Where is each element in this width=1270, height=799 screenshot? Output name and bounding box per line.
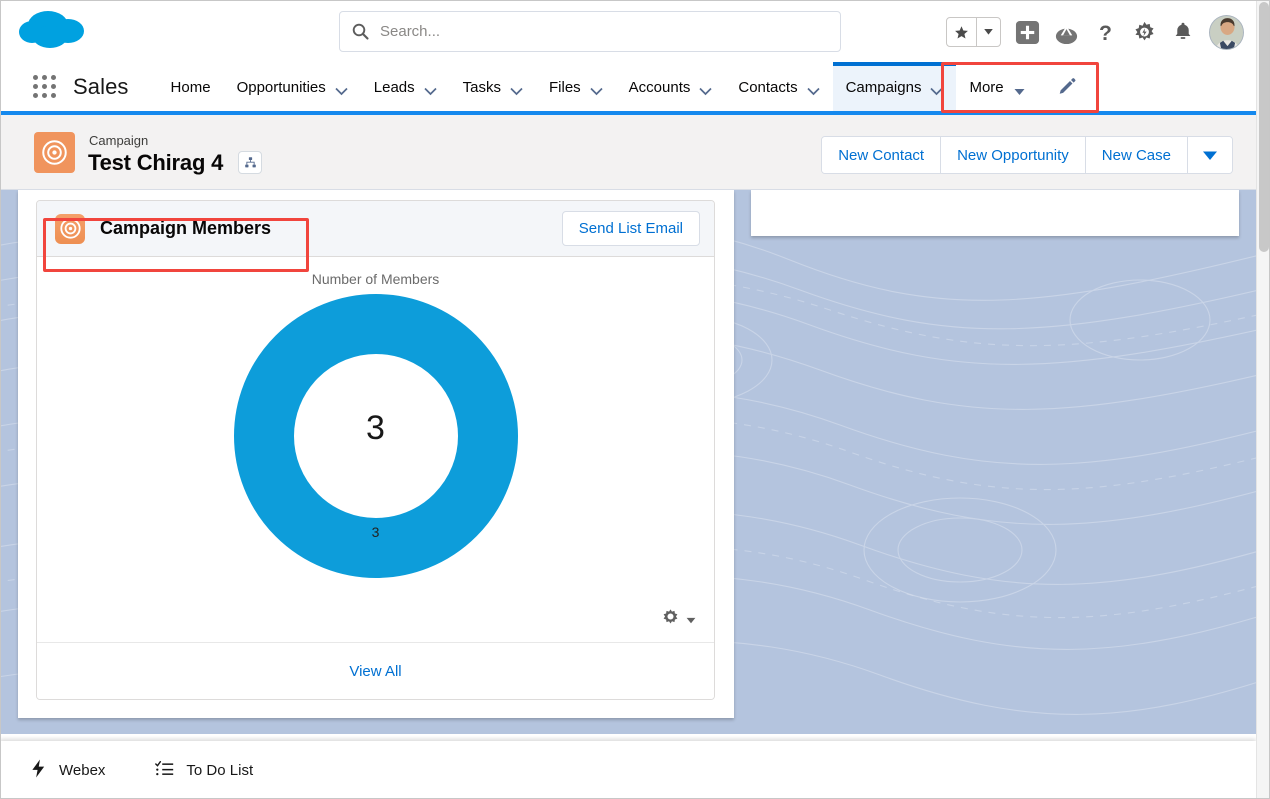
campaign-members-card-footer: View All xyxy=(37,643,714,699)
campaign-members-card-header: Campaign Members Send List Email xyxy=(37,201,714,257)
favorites-star-icon[interactable] xyxy=(947,18,977,46)
svg-text:?: ? xyxy=(1099,22,1112,45)
nav-item-leads[interactable]: Leads xyxy=(361,62,450,112)
nav-item-label: Opportunities xyxy=(236,78,326,96)
nav-item-label: Accounts xyxy=(628,78,691,96)
page-vertical-scrollbar[interactable] xyxy=(1256,0,1270,799)
search-input[interactable] xyxy=(380,23,800,40)
scrollbar-thumb[interactable] xyxy=(1259,2,1269,252)
setup-gear-icon[interactable] xyxy=(1131,19,1157,45)
favorites-dropdown-icon[interactable] xyxy=(977,18,1000,46)
nav-item-label: Tasks xyxy=(462,78,501,96)
campaign-members-chart-area: Number of Members 3 3 xyxy=(37,257,714,643)
nav-item-label: More xyxy=(969,78,1004,96)
gear-icon xyxy=(661,608,680,632)
nav-item-home[interactable]: Home xyxy=(158,62,224,112)
favorites-group[interactable] xyxy=(946,17,1001,47)
new-case-button[interactable]: New Case xyxy=(1085,137,1188,173)
campaign-members-card: Campaign Members Send List Email Number … xyxy=(36,200,715,700)
chevron-down-icon xyxy=(424,83,437,95)
chevron-down-icon xyxy=(699,83,712,95)
nav-item-opportunities[interactable]: Opportunities xyxy=(224,62,361,112)
user-avatar[interactable] xyxy=(1209,14,1244,50)
record-title: Test Chirag 4 xyxy=(88,150,224,175)
new-contact-button[interactable]: New Contact xyxy=(822,137,942,173)
salesforce-cloud-logo[interactable] xyxy=(18,7,92,55)
nav-item-label: Home xyxy=(170,78,211,96)
header-icon-group: ? xyxy=(946,10,1244,54)
campaign-members-target-icon xyxy=(55,213,85,244)
nav-item-more[interactable]: More xyxy=(956,62,1038,112)
donut-chart[interactable] xyxy=(37,291,714,581)
nav-item-tasks[interactable]: Tasks xyxy=(450,62,536,112)
nav-item-label: Leads xyxy=(373,78,415,96)
chevron-down-icon xyxy=(590,83,603,95)
app-launcher-icon[interactable] xyxy=(31,73,59,101)
chart-title: Number of Members xyxy=(311,271,440,287)
global-add-icon[interactable] xyxy=(1014,19,1040,45)
nav-item-label: Contacts xyxy=(738,78,798,96)
nav-item-list: Home Opportunities Leads Tasks Files Acc… xyxy=(158,62,1039,112)
donut-chart-svg[interactable] xyxy=(231,291,521,581)
lightning-bolt-icon xyxy=(30,759,47,782)
caret-down-icon xyxy=(1013,83,1026,95)
chevron-down-icon xyxy=(930,83,944,95)
nav-item-label: Files xyxy=(549,78,581,96)
global-header: ? xyxy=(0,0,1256,62)
view-all-link[interactable]: View All xyxy=(349,663,401,680)
donut-segment-members[interactable] xyxy=(233,294,518,578)
edit-nav-pencil-icon[interactable] xyxy=(1053,73,1081,101)
nav-item-contacts[interactable]: Contacts xyxy=(725,62,832,112)
new-opportunity-button[interactable]: New Opportunity xyxy=(941,137,1086,173)
utility-item-to-do-list[interactable]: To Do List xyxy=(139,749,269,791)
right-column-card xyxy=(751,190,1239,236)
utility-item-webex[interactable]: Webex xyxy=(14,749,121,791)
record-action-buttons: New Contact New Opportunity New Case xyxy=(821,136,1233,174)
utility-item-label: Webex xyxy=(59,761,106,779)
app-navigation-bar: Sales Home Opportunities Leads Tasks Fil… xyxy=(0,62,1256,112)
help-icon[interactable]: ? xyxy=(1092,19,1118,45)
search-icon xyxy=(352,23,369,40)
salesforce-app-window: ? xyxy=(0,0,1270,799)
record-object-label: Campaign xyxy=(89,133,149,148)
global-search-box[interactable] xyxy=(339,11,841,52)
chevron-down-icon xyxy=(335,83,348,95)
trailhead-icon[interactable] xyxy=(1053,19,1079,45)
nav-bottom-rule xyxy=(0,111,1256,115)
campaign-target-icon xyxy=(34,132,75,173)
send-list-email-button[interactable]: Send List Email xyxy=(561,211,700,246)
nav-item-files[interactable]: Files xyxy=(536,62,616,112)
checklist-icon xyxy=(155,760,174,781)
nav-item-campaigns[interactable]: Campaigns xyxy=(832,62,957,112)
chart-settings-button[interactable] xyxy=(661,608,696,632)
utility-item-label: To Do List xyxy=(186,761,254,779)
chevron-down-icon xyxy=(806,83,820,95)
hierarchy-icon[interactable] xyxy=(238,151,262,174)
utility-bar: Webex To Do List xyxy=(0,741,1256,799)
notifications-bell-icon[interactable] xyxy=(1170,19,1196,45)
nav-item-accounts[interactable]: Accounts xyxy=(616,62,726,112)
more-actions-caret-icon[interactable] xyxy=(1188,137,1232,173)
caret-down-icon xyxy=(686,611,696,629)
chevron-down-icon xyxy=(510,83,523,95)
campaign-members-title: Campaign Members xyxy=(100,218,272,238)
nav-item-label: Campaigns xyxy=(845,78,922,96)
app-name-label[interactable]: Sales xyxy=(73,74,129,100)
